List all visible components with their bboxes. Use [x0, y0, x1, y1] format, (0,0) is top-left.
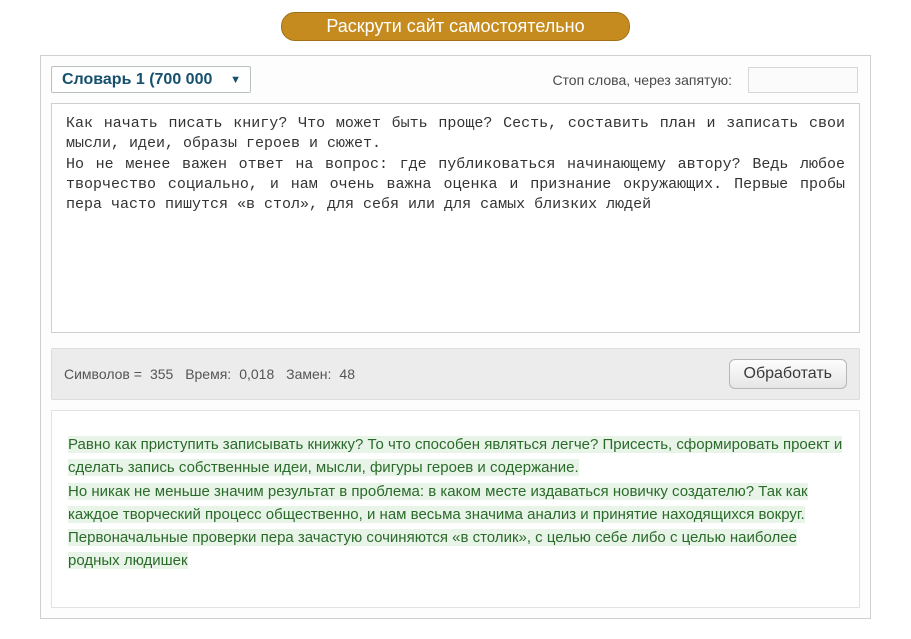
time-value: 0,018 [239, 366, 274, 382]
controls-row: Словарь 1 (700 000 ▼ Стоп слова, через з… [41, 56, 870, 103]
repl-label: Замен: [286, 366, 331, 382]
banner-wrap: Раскрути сайт самостоятельно [40, 12, 871, 41]
dictionary-select[interactable]: Словарь 1 (700 000 [51, 66, 251, 93]
output-part2: Но никак не меньше значим результат в пр… [68, 483, 808, 570]
chars-value: 355 [150, 366, 173, 382]
chars-label: Символов = [64, 366, 142, 382]
output-box: Равно как приступить записывать книжку? … [51, 410, 860, 608]
stats-text: Символов = 355 Время: 0,018 Замен: 48 [64, 366, 363, 382]
promo-banner[interactable]: Раскрути сайт самостоятельно [281, 12, 629, 41]
stopwords-label: Стоп слова, через запятую: [552, 72, 732, 88]
tool-panel: Словарь 1 (700 000 ▼ Стоп слова, через з… [40, 55, 871, 619]
source-text-input[interactable] [51, 103, 860, 333]
output-text: Равно как приступить записывать книжку? … [68, 433, 843, 573]
input-wrap [41, 103, 870, 338]
time-label: Время: [185, 366, 231, 382]
stats-bar: Символов = 355 Время: 0,018 Замен: 48 Обраб… [51, 348, 860, 400]
repl-value: 48 [339, 366, 355, 382]
process-button[interactable]: Обработать [729, 359, 847, 389]
dictionary-select-wrap: Словарь 1 (700 000 ▼ [51, 66, 251, 93]
stopwords-input[interactable] [748, 67, 858, 93]
output-part1: Равно как приступить записывать книжку? … [68, 436, 842, 476]
